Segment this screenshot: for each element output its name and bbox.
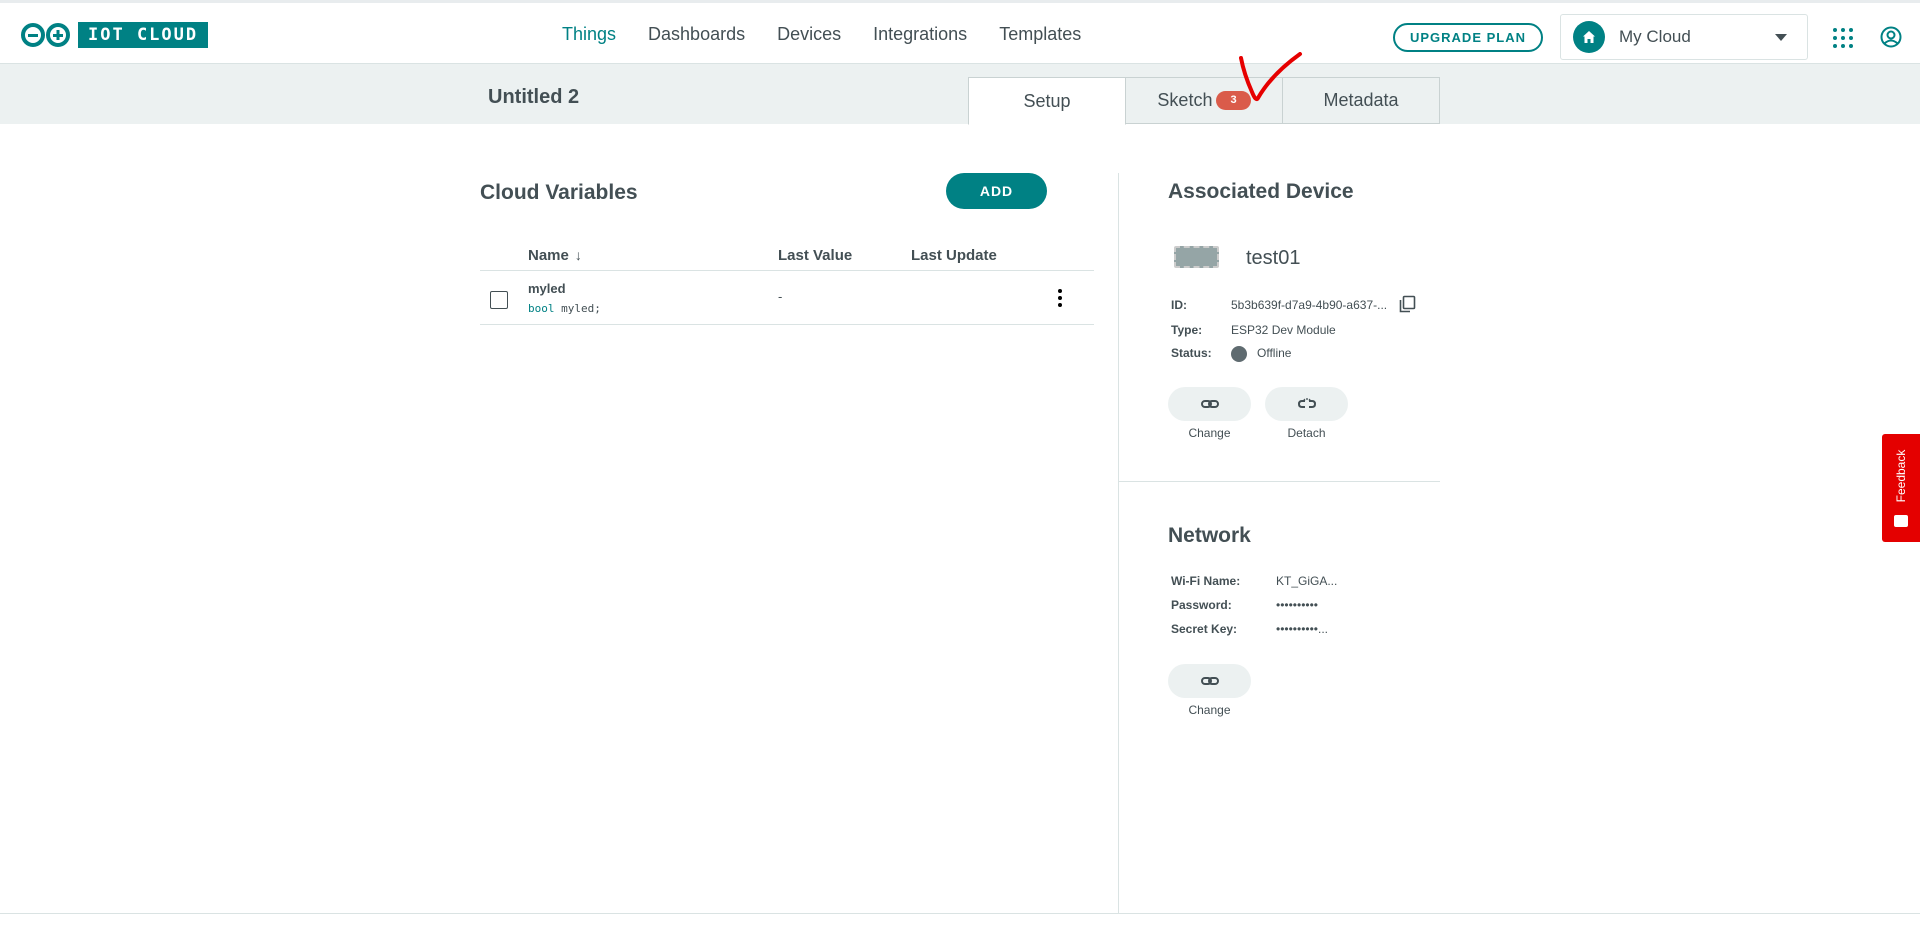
space-selector[interactable]: My Cloud <box>1560 14 1808 60</box>
change-device-label: Change <box>1188 426 1231 440</box>
arduino-infinity-icon <box>21 23 70 47</box>
thing-title[interactable]: Untitled 2 <box>488 86 579 109</box>
column-last-value-header: Last Value <box>778 247 853 264</box>
red-checkmark-annotation <box>1239 52 1302 102</box>
status-offline-dot <box>1231 346 1247 362</box>
upgrade-plan-button[interactable]: UPGRADE PLAN <box>1393 23 1543 52</box>
tab-setup[interactable]: Setup <box>968 77 1126 125</box>
column-divider <box>1118 173 1119 913</box>
device-type-row: Type: ESP32 Dev Module <box>1171 323 1336 337</box>
link-icon <box>1200 400 1219 408</box>
thing-header: Untitled 2 Setup Sketch 3 Metadata <box>0 64 1920 125</box>
nav-devices[interactable]: Devices <box>761 3 857 67</box>
variable-type: bool <box>528 302 555 315</box>
change-device-button[interactable] <box>1168 387 1251 421</box>
thing-tabs: Setup Sketch 3 Metadata <box>968 77 1440 125</box>
device-id-value: 5b3b639f-d7a9-4b90-a637-... <box>1231 298 1388 312</box>
password-row: Password: •••••••••• <box>1171 598 1318 612</box>
device-name[interactable]: test01 <box>1246 247 1300 270</box>
copy-icon[interactable] <box>1398 295 1416 313</box>
cloud-variables-title: Cloud Variables <box>480 181 638 204</box>
chevron-down-icon <box>1775 34 1787 41</box>
nav-templates[interactable]: Templates <box>983 3 1097 67</box>
nav-dashboards[interactable]: Dashboards <box>632 3 761 67</box>
associated-device-title: Associated Device <box>1168 180 1354 203</box>
tab-sketch-label: Sketch <box>1157 90 1213 110</box>
tab-metadata-label: Metadata <box>1323 90 1399 110</box>
add-variable-button[interactable]: ADD <box>946 173 1047 209</box>
wifi-name-row: Wi-Fi Name: KT_GiGA... <box>1171 574 1337 588</box>
device-status-value: Offline <box>1257 346 1292 361</box>
section-divider <box>1118 481 1440 482</box>
device-id-row: ID: 5b3b639f-d7a9-4b90-a637-... <box>1171 298 1387 312</box>
feedback-label: Feedback <box>1894 449 1908 503</box>
tab-metadata[interactable]: Metadata <box>1282 77 1440 124</box>
wifi-name-label: Wi-Fi Name: <box>1171 574 1241 588</box>
device-status-row: Status: Offline <box>1171 346 1291 362</box>
variable-last-value: - <box>778 289 783 304</box>
variable-declaration-name: myled; <box>561 302 601 315</box>
device-type-label: Type: <box>1171 323 1203 337</box>
network-title: Network <box>1168 524 1251 547</box>
password-label: Password: <box>1171 598 1232 612</box>
row-checkbox[interactable] <box>490 291 508 309</box>
variable-name[interactable]: myled <box>528 281 566 296</box>
feedback-button[interactable]: Feedback <box>1882 434 1920 542</box>
secret-key-value: ••••••••••... <box>1276 622 1329 636</box>
unlink-icon <box>1297 398 1316 408</box>
wifi-name-value: KT_GiGA... <box>1276 574 1338 588</box>
column-name-header[interactable]: Name ↓ <box>528 247 582 264</box>
column-last-update-header: Last Update <box>911 247 997 264</box>
change-network-label: Change <box>1188 703 1231 717</box>
feedback-chat-icon <box>1894 515 1908 527</box>
sort-arrow-down-icon: ↓ <box>574 247 582 263</box>
thing-setup-content: Cloud Variables ADD Name ↓ Last Value Las… <box>0 124 1920 914</box>
logo-text: IOT CLOUD <box>78 22 209 48</box>
home-icon <box>1573 21 1605 53</box>
device-type-value: ESP32 Dev Module <box>1231 323 1336 337</box>
variable-declaration: bool myled; <box>528 302 601 315</box>
column-name-label: Name <box>528 247 569 264</box>
top-navigation-bar: IOT CLOUD Things Dashboards Devices Inte… <box>0 0 1920 68</box>
more-options-icon[interactable] <box>1058 289 1062 307</box>
arduino-iot-cloud-logo[interactable]: IOT CLOUD <box>20 22 209 48</box>
apps-grid-icon[interactable] <box>1833 28 1853 48</box>
link-icon <box>1200 677 1219 685</box>
variables-table: Name ↓ Last Value Last Update myled bool … <box>480 244 1094 325</box>
tab-setup-label: Setup <box>1023 90 1071 111</box>
table-row[interactable]: myled bool myled; - <box>480 271 1094 325</box>
secret-key-label: Secret Key: <box>1171 622 1238 636</box>
detach-device-label: Detach <box>1287 426 1326 440</box>
secret-key-row: Secret Key: ••••••••••... <box>1171 622 1328 636</box>
change-network-button[interactable] <box>1168 664 1251 698</box>
device-board-icon <box>1174 246 1219 268</box>
footer-divider <box>0 913 1920 914</box>
nav-things[interactable]: Things <box>546 3 633 68</box>
detach-device-button[interactable] <box>1265 387 1348 421</box>
space-name: My Cloud <box>1619 27 1691 46</box>
table-header: Name ↓ Last Value Last Update <box>480 244 1094 271</box>
device-status-label: Status: <box>1171 346 1212 361</box>
account-icon[interactable] <box>1880 26 1902 48</box>
main-nav: Things Dashboards Devices Integrations T… <box>546 3 1097 68</box>
device-id-label: ID: <box>1171 298 1187 312</box>
password-value: •••••••••• <box>1276 598 1319 612</box>
nav-integrations[interactable]: Integrations <box>857 3 983 67</box>
